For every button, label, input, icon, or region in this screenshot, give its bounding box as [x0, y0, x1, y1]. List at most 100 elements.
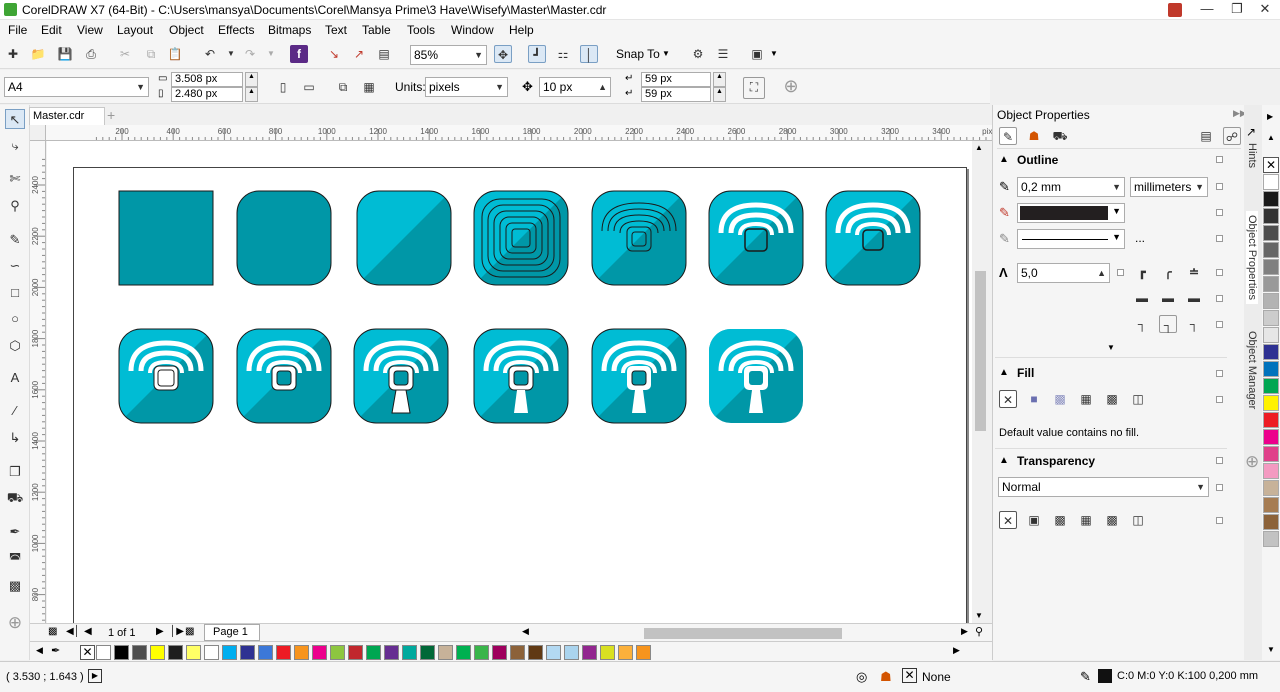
zoom-navigator-icon[interactable]: ⚲ [975, 625, 983, 638]
connector-tool-icon[interactable]: ↳ [5, 428, 25, 448]
menu-text[interactable]: Text [325, 23, 347, 37]
color-swatch[interactable] [1263, 208, 1279, 224]
show-rulers-icon[interactable]: ┛ [528, 45, 546, 63]
save-icon[interactable]: 💾 [56, 45, 74, 63]
color-swatch[interactable] [114, 645, 129, 660]
color-swatch[interactable] [1263, 344, 1279, 360]
palette-flyout-icon[interactable]: ▶ [1267, 112, 1273, 121]
open-icon[interactable]: 📁 [29, 45, 47, 63]
snap-dropdown-icon[interactable]: ▼ [662, 49, 670, 58]
docker-options-icon[interactable]: ▤ [1197, 127, 1215, 145]
corner-miter-icon[interactable]: ┏ [1133, 263, 1151, 281]
quick-customize-icon[interactable]: ⊕ [782, 77, 800, 95]
zoom-level-select[interactable]: 85% ▼ [410, 45, 487, 65]
menu-file[interactable]: File [8, 23, 27, 37]
crop-tool-icon[interactable]: ✄ [5, 169, 25, 189]
outline-collapse-icon[interactable]: ▲ [999, 154, 1009, 165]
new-document-icon[interactable]: ✚ [4, 45, 22, 63]
color-swatch[interactable] [96, 645, 111, 660]
next-page-icon[interactable]: ▶ [156, 626, 164, 637]
color-swatch[interactable] [1263, 361, 1279, 377]
transparency-section-toggle[interactable] [1216, 457, 1223, 464]
color-swatch[interactable] [1263, 412, 1279, 428]
vertical-scrollbar[interactable]: ▲ ▼ [972, 141, 990, 623]
undo-icon[interactable]: ↶ [201, 45, 219, 63]
artwork-arcs-screen[interactable] [118, 328, 214, 424]
dup-y-spinner[interactable]: ▲ [713, 87, 726, 102]
eyedropper-icon[interactable]: ✒ [5, 522, 25, 542]
color-swatch[interactable] [1263, 480, 1279, 496]
artistic-media-icon[interactable]: ∽ [5, 256, 25, 276]
first-page-icon[interactable]: ◀│ [66, 626, 80, 637]
publish-pdf-icon[interactable]: ▤ [375, 45, 393, 63]
menu-effects[interactable]: Effects [218, 23, 254, 37]
color-swatch[interactable] [438, 645, 453, 660]
palette-scroll-left-icon[interactable]: ◀ [36, 645, 43, 656]
docker-pin-icon[interactable]: ☍ [1223, 127, 1241, 145]
outline-color-picker[interactable]: ▼ [1017, 203, 1125, 223]
color-swatch[interactable] [492, 645, 507, 660]
color-swatch[interactable] [132, 645, 147, 660]
portrait-icon[interactable]: ▯ [274, 78, 292, 96]
welcome-dropdown-icon[interactable]: ▼ [770, 49, 778, 58]
add-tool-icon[interactable]: ⊕ [5, 613, 25, 633]
pattern-transparency-icon[interactable]: ▦ [1077, 511, 1095, 529]
scroll-right-icon[interactable]: ▶ [961, 626, 968, 637]
parallel-dimension-icon[interactable]: ∕ [5, 401, 25, 421]
outline-tab-icon[interactable]: ✎ [999, 127, 1017, 145]
color-swatch[interactable] [204, 645, 219, 660]
pick-tool-icon[interactable]: ↖ [5, 109, 25, 129]
color-swatch[interactable] [1263, 242, 1279, 258]
drop-shadow-icon[interactable]: ❐ [5, 462, 25, 482]
snap-to-button[interactable]: Snap To [616, 47, 660, 61]
cap-toggle[interactable] [1216, 295, 1223, 302]
paste-icon[interactable]: 📋 [166, 45, 184, 63]
drawing-canvas[interactable] [47, 141, 972, 623]
position-center-icon[interactable]: ┐ [1159, 315, 1177, 333]
pattern-fill-icon[interactable]: ▦ [1077, 390, 1095, 408]
outline-width-select[interactable]: 0,2 mm ▼ [1017, 177, 1125, 197]
fill-type-toggle[interactable] [1216, 396, 1223, 403]
outline-style-select[interactable]: ▼ [1017, 229, 1125, 249]
fill-tab-icon[interactable]: ☗ [1025, 127, 1043, 145]
artwork-arcs-outline[interactable] [591, 190, 687, 286]
tab-object-properties[interactable]: Object Properties [1246, 211, 1258, 304]
document-tab[interactable]: Master.cdr [29, 107, 105, 125]
uniform-transparency-icon[interactable]: ▣ [1025, 511, 1043, 529]
color-swatch[interactable] [348, 645, 363, 660]
color-swatch[interactable] [528, 645, 543, 660]
horizontal-scroll-thumb[interactable] [644, 628, 842, 639]
color-swatch[interactable] [474, 645, 489, 660]
color-swatch[interactable] [636, 645, 651, 660]
color-swatch[interactable] [222, 645, 237, 660]
ruler-origin[interactable] [30, 125, 46, 141]
color-swatch[interactable] [150, 645, 165, 660]
color-swatch[interactable] [1263, 446, 1279, 462]
color-swatch[interactable] [1263, 259, 1279, 275]
artwork-concentric-squares[interactable] [473, 190, 569, 286]
menu-window[interactable]: Window [451, 23, 494, 37]
duplicate-x-field[interactable]: 59 px [641, 72, 711, 87]
color-swatch[interactable] [510, 645, 525, 660]
corner-bevel-icon[interactable]: ≐ [1185, 263, 1203, 281]
interactive-fill-icon[interactable]: ◚ [5, 549, 25, 569]
menu-edit[interactable]: Edit [41, 23, 62, 37]
welcome-screen-icon[interactable]: ▣ [748, 45, 766, 63]
position-inside-icon[interactable]: ┐ [1185, 315, 1203, 333]
artwork-tower-1[interactable] [353, 328, 449, 424]
color-swatch[interactable] [1263, 225, 1279, 241]
transparency-tab-icon[interactable]: ⛟ [1051, 127, 1069, 145]
horizontal-ruler[interactable]: 200 400 600 800 1000 1200 1400 1600 1800 2000 2200… [46, 125, 992, 141]
menu-layout[interactable]: Layout [117, 23, 153, 37]
cut-icon[interactable]: ✂ [116, 45, 134, 63]
artwork-tower-3[interactable] [591, 328, 687, 424]
page-tab[interactable]: Page 1 [204, 624, 260, 641]
uniform-fill-icon[interactable]: ■ [1025, 390, 1043, 408]
artwork-square[interactable] [118, 190, 214, 286]
color-swatch[interactable] [1263, 191, 1279, 207]
restore-button[interactable]: ❐ [1222, 0, 1252, 20]
color-swatch[interactable] [1263, 395, 1279, 411]
no-color-swatch[interactable]: ✕ [80, 645, 95, 660]
add-page-after-icon[interactable]: ▩ [185, 626, 194, 637]
color-swatch[interactable] [600, 645, 615, 660]
